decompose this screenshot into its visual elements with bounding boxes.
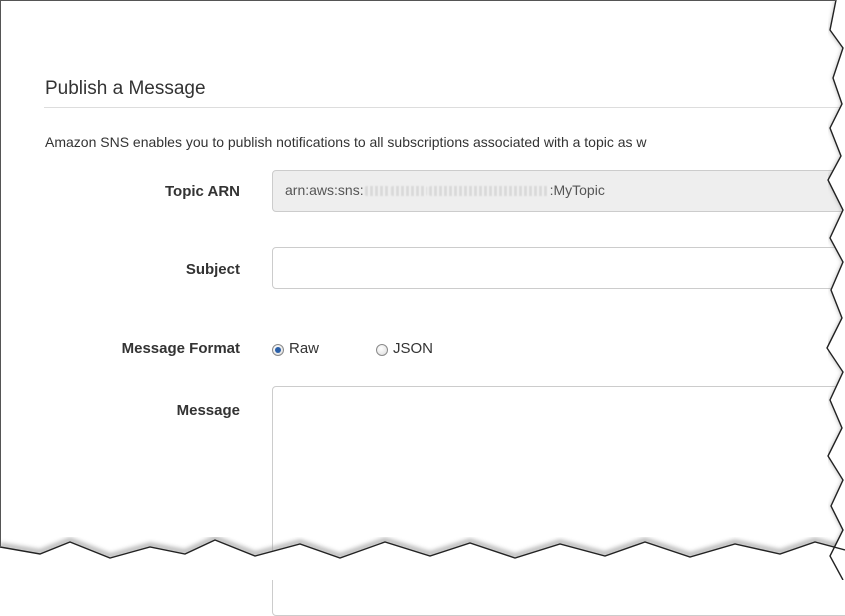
screenshot-frame: Publish a Message Amazon SNS enables you… [0,0,845,616]
torn-edge-decoration [0,0,845,580]
